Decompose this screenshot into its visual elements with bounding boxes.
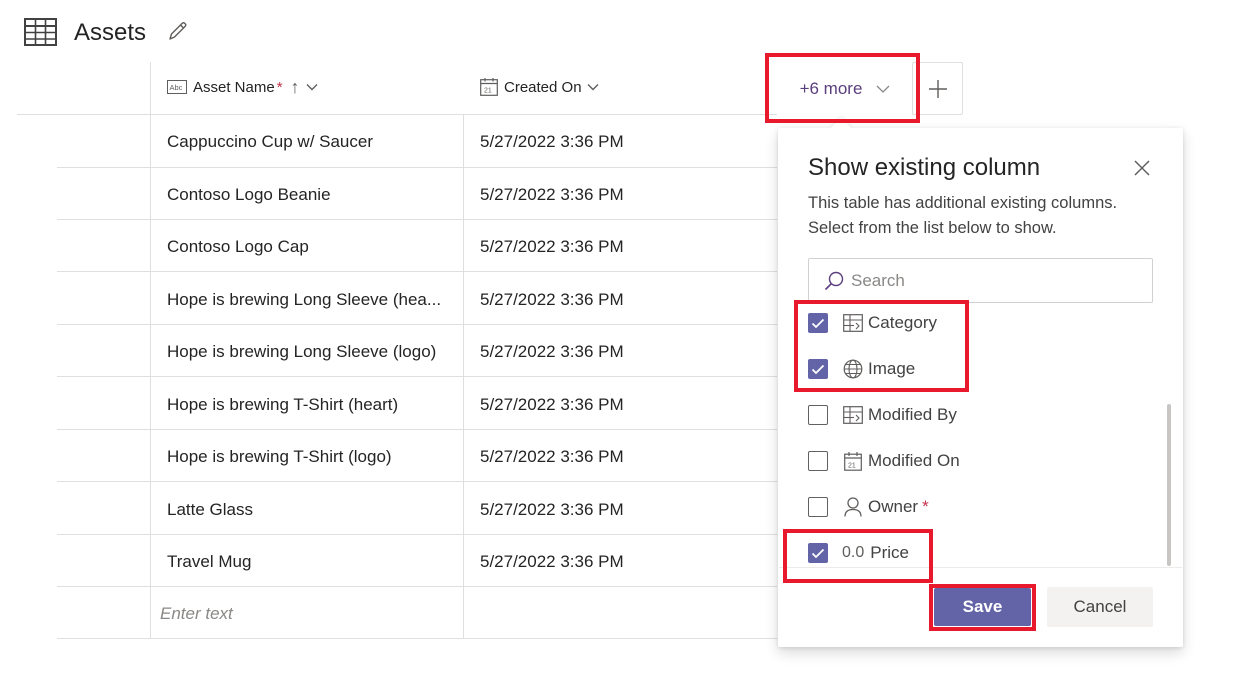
column-option-price[interactable]: 0.0 Price: [808, 541, 909, 565]
row-asset-name[interactable]: Travel Mug: [167, 536, 449, 588]
column-divider: [463, 115, 464, 639]
row-asset-name[interactable]: Contoso Logo Beanie: [167, 169, 449, 221]
page-title: Assets: [74, 19, 147, 46]
row-created-on[interactable]: 5/27/2022 3:36 PM: [480, 536, 770, 588]
row-created-on[interactable]: 5/27/2022 3:36 PM: [480, 169, 770, 221]
checkmark-icon: [811, 318, 825, 328]
column-header-label: Created On: [504, 78, 582, 96]
row-created-on[interactable]: 5/27/2022 3:36 PM: [480, 484, 770, 536]
table-icon: [24, 18, 57, 46]
svg-text:21: 21: [484, 88, 492, 95]
row-asset-name[interactable]: Hope is brewing Long Sleeve (logo): [167, 326, 449, 378]
plus-icon: [928, 79, 947, 98]
row-created-on[interactable]: 5/27/2022 3:36 PM: [480, 431, 770, 483]
option-label: Modified On: [868, 451, 960, 470]
checkbox[interactable]: [808, 313, 828, 333]
row-created-on[interactable]: 5/27/2022 3:36 PM: [480, 274, 770, 326]
required-marker: *: [276, 78, 283, 96]
more-columns-button[interactable]: +6 more: [778, 64, 912, 114]
column-header-created-on[interactable]: 21 Created On: [480, 72, 599, 102]
chevron-down-icon: [587, 84, 599, 91]
checkbox[interactable]: [808, 543, 828, 563]
option-label: Price: [870, 543, 909, 562]
row-created-on[interactable]: 5/27/2022 3:36 PM: [480, 379, 770, 431]
required-marker: *: [922, 497, 929, 516]
scrollbar[interactable]: [1167, 404, 1171, 566]
checkmark-icon: [811, 548, 825, 558]
row-asset-name[interactable]: Hope is brewing T-Shirt (logo): [167, 431, 449, 483]
column-option-owner[interactable]: Owner *: [808, 495, 929, 519]
column-divider: [150, 62, 151, 639]
add-column-button[interactable]: [912, 62, 963, 115]
search-field[interactable]: [808, 258, 1153, 303]
column-option-modified-by[interactable]: Modified By: [808, 403, 957, 427]
option-label: Modified By: [868, 405, 957, 424]
new-row-input[interactable]: Enter text: [160, 588, 450, 640]
row-asset-name[interactable]: Cappuccino Cup w/ Saucer: [167, 116, 449, 168]
person-icon: [842, 496, 864, 518]
checkbox[interactable]: [808, 405, 828, 425]
row-created-on[interactable]: 5/27/2022 3:36 PM: [480, 221, 770, 273]
column-header-label: Asset Name: [193, 78, 275, 96]
checkmark-icon: [811, 364, 825, 374]
column-option-image[interactable]: Image: [808, 357, 915, 381]
row-asset-name[interactable]: Latte Glass: [167, 484, 449, 536]
sort-ascending-icon: ↑: [290, 76, 300, 97]
lookup-icon: [842, 404, 864, 426]
checkbox[interactable]: [808, 451, 828, 471]
column-header-asset-name[interactable]: Abc Asset Name * ↑: [167, 72, 318, 102]
lookup-icon: [842, 312, 864, 334]
save-button[interactable]: Save: [934, 588, 1031, 626]
chevron-down-icon: [306, 84, 318, 91]
column-option-category[interactable]: Category: [808, 311, 937, 335]
decimal-icon: 0.0: [842, 544, 865, 561]
option-label: Image: [868, 359, 916, 378]
calendar-icon: 21: [842, 450, 864, 472]
checkbox[interactable]: [808, 359, 828, 379]
row-asset-name[interactable]: Contoso Logo Cap: [167, 221, 449, 273]
header-divider: [17, 114, 777, 115]
close-button[interactable]: [1130, 156, 1154, 180]
chevron-down-icon: [876, 85, 890, 93]
globe-icon: [842, 358, 864, 380]
calendar-icon: 21: [480, 78, 498, 96]
checkbox[interactable]: [808, 497, 828, 517]
search-icon: [824, 271, 844, 290]
row-asset-name[interactable]: Hope is brewing Long Sleeve (hea...: [167, 274, 449, 326]
row-asset-name[interactable]: Hope is brewing T-Shirt (heart): [167, 379, 449, 431]
panel-description: This table has additional existing colum…: [808, 194, 1118, 237]
panel-title: Show existing column: [808, 154, 1041, 181]
svg-text:Abc: Abc: [170, 83, 183, 92]
pencil-icon[interactable]: [167, 20, 189, 42]
row-created-on[interactable]: 5/27/2022 3:36 PM: [480, 116, 770, 168]
column-option-modified-on[interactable]: 21 Modified On: [808, 449, 960, 473]
option-label: Category: [868, 313, 937, 332]
cancel-button[interactable]: Cancel: [1047, 587, 1153, 627]
search-input[interactable]: [851, 270, 1131, 291]
close-icon: [1134, 160, 1150, 176]
svg-text:21: 21: [848, 462, 856, 469]
row-created-on[interactable]: 5/27/2022 3:36 PM: [480, 326, 770, 378]
more-columns-label: +6 more: [799, 79, 863, 98]
text-field-icon: Abc: [167, 80, 187, 94]
panel-footer-divider: [779, 567, 1182, 568]
option-label: Owner: [868, 497, 919, 516]
